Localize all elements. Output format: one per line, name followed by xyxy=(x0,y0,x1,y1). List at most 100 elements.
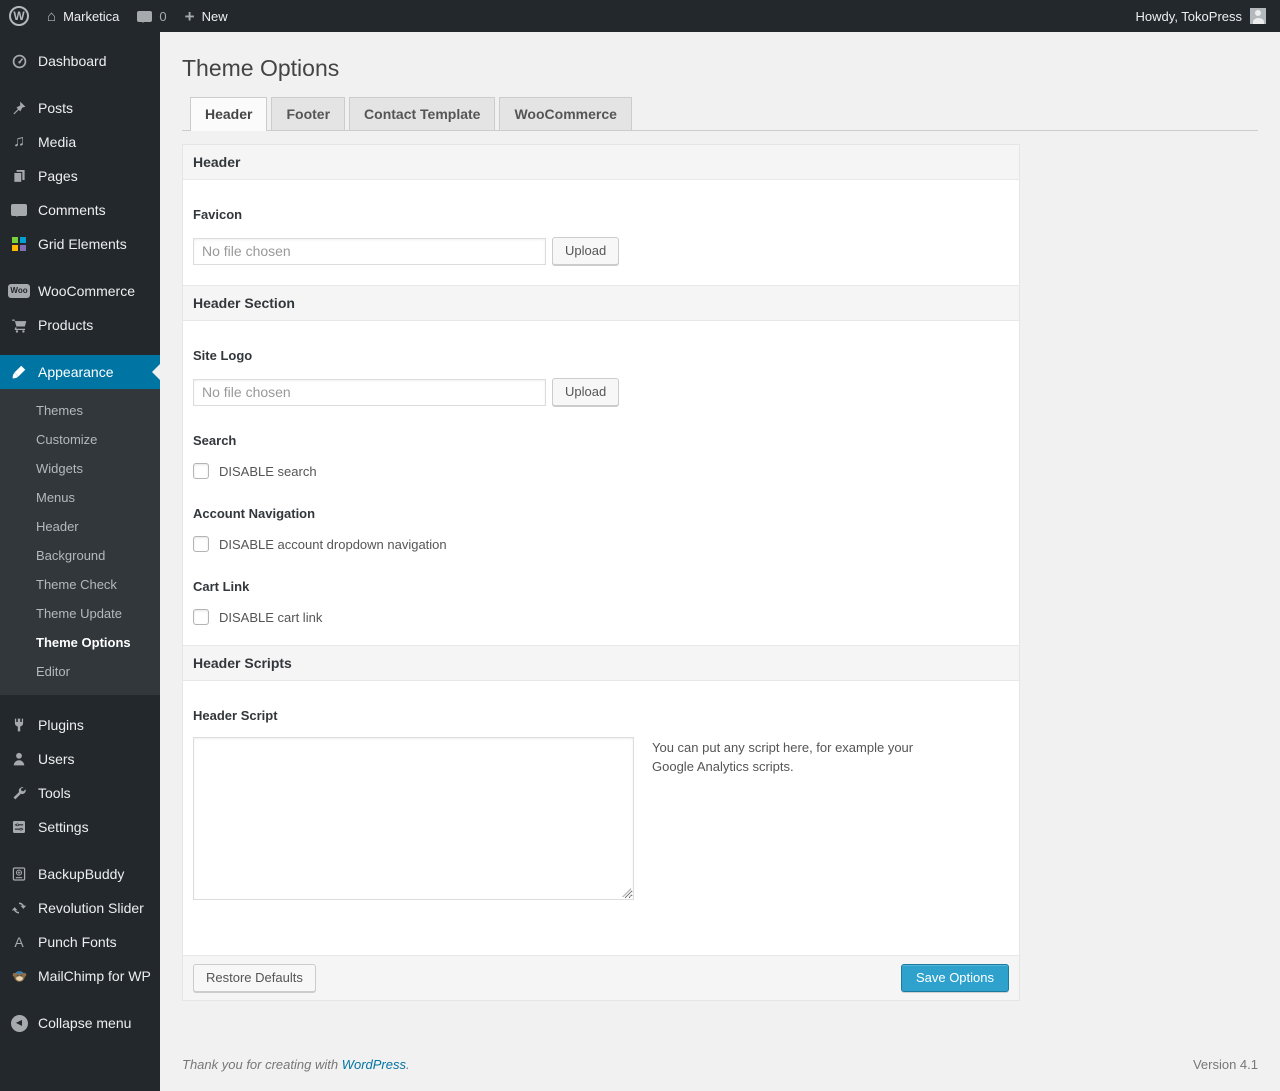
wordpress-logo-icon xyxy=(9,6,29,26)
sidebar-item-punch-fonts[interactable]: A Punch Fonts xyxy=(0,925,160,959)
favicon-file-row: Upload xyxy=(193,237,1009,265)
tab-footer[interactable]: Footer xyxy=(271,97,346,130)
sidebar-subitem-theme-options[interactable]: Theme Options xyxy=(0,628,160,657)
sidebar-item-label: Collapse menu xyxy=(38,1015,132,1031)
sidebar-item-pages[interactable]: Pages xyxy=(0,159,160,193)
sidebar-subitem-widgets[interactable]: Widgets xyxy=(0,454,160,483)
users-icon xyxy=(8,751,30,767)
sidebar-item-comments[interactable]: Comments xyxy=(0,193,160,227)
disable-account-nav-label: DISABLE account dropdown navigation xyxy=(219,536,447,552)
sidebar-item-grid-elements[interactable]: Grid Elements xyxy=(0,227,160,261)
new-label: New xyxy=(201,8,228,24)
sidebar-item-plugins[interactable]: Plugins xyxy=(0,708,160,742)
footer-thanks: Thank you for creating with WordPress. xyxy=(182,1057,410,1072)
favicon-file-input[interactable] xyxy=(193,237,546,265)
wordpress-logo-menu[interactable] xyxy=(0,0,38,32)
sidebar-item-media[interactable]: ♫ Media xyxy=(0,125,160,159)
tools-icon xyxy=(8,785,30,801)
sidebar-item-woocommerce[interactable]: Woo WooCommerce xyxy=(0,274,160,308)
sidebar-subitem-themes[interactable]: Themes xyxy=(0,396,160,425)
sidebar-subitem-customize[interactable]: Customize xyxy=(0,425,160,454)
sidebar-item-label: Grid Elements xyxy=(38,236,127,252)
site-name-menu[interactable]: Marketica xyxy=(38,0,128,32)
header-script-row: You can put any script here, for example… xyxy=(193,737,1009,903)
sidebar-subitem-editor[interactable]: Editor xyxy=(0,657,160,686)
sidebar-item-settings[interactable]: Settings xyxy=(0,810,160,844)
sidebar-item-appearance[interactable]: Appearance xyxy=(0,355,160,389)
sidebar-item-collapse-menu[interactable]: ◀ Collapse menu xyxy=(0,1006,160,1040)
disable-cart-link-checkbox[interactable] xyxy=(193,609,209,625)
section-header-body: Favicon Upload xyxy=(183,180,1019,285)
comments-menu[interactable]: 0 xyxy=(128,0,175,32)
sidebar-item-mailchimp-for-wp[interactable]: MailChimp for WP xyxy=(0,959,160,993)
theme-options-panel: Header Favicon Upload Header Section Sit… xyxy=(182,144,1020,1001)
header-script-label: Header Script xyxy=(193,708,278,723)
mailchimp-icon xyxy=(8,968,30,985)
restore-defaults-button[interactable]: Restore Defaults xyxy=(193,964,316,992)
account-navigation-label: Account Navigation xyxy=(193,506,316,521)
favicon-label: Favicon xyxy=(193,207,243,222)
collapse-icon: ◀ xyxy=(8,1014,30,1032)
sidebar-item-label: Plugins xyxy=(38,717,84,733)
save-options-button[interactable]: Save Options xyxy=(900,964,1009,992)
grid-icon xyxy=(8,237,30,251)
tab-contact-template[interactable]: Contact Template xyxy=(349,97,496,130)
sidebar-item-posts[interactable]: Posts xyxy=(0,91,160,125)
section-headerscripts-title: Header Scripts xyxy=(183,645,1019,681)
admin-sidebar: Dashboard Posts ♫ Media Pages Comments Grid El… xyxy=(0,32,160,1091)
sidebar-subitem-theme-check[interactable]: Theme Check xyxy=(0,570,160,599)
my-account-menu[interactable]: Howdy, TokoPress xyxy=(1128,8,1274,24)
tab-woocommerce[interactable]: WooCommerce xyxy=(499,97,632,130)
page-footer: Thank you for creating with WordPress. V… xyxy=(182,1057,1258,1091)
sidebar-item-backupbuddy[interactable]: BackupBuddy xyxy=(0,857,160,891)
sidebar-item-label: Tools xyxy=(38,785,71,801)
sidebar-subitem-theme-update[interactable]: Theme Update xyxy=(0,599,160,628)
sidebar-item-label: Settings xyxy=(38,819,89,835)
favicon-upload-button[interactable]: Upload xyxy=(552,237,620,265)
sidebar-item-revolution-slider[interactable]: Revolution Slider xyxy=(0,891,160,925)
sidebar-item-label: Appearance xyxy=(38,364,114,380)
user-avatar xyxy=(1250,8,1266,24)
section-headerscripts-body: Header Script You can put any script her… xyxy=(183,681,1019,955)
disable-search-row: DISABLE search xyxy=(193,463,1009,479)
appearance-icon xyxy=(8,364,30,380)
sidebar-item-products[interactable]: Products xyxy=(0,308,160,342)
search-label: Search xyxy=(193,433,237,448)
header-script-textarea[interactable] xyxy=(193,737,634,900)
sidebar-subitem-background[interactable]: Background xyxy=(0,541,160,570)
sidebar-item-label: Products xyxy=(38,317,94,333)
sidebar-item-tools[interactable]: Tools xyxy=(0,776,160,810)
section-headersection-body: Site Logo Upload Search DISABLE search A… xyxy=(183,321,1019,645)
comments-icon xyxy=(8,204,30,217)
site-logo-file-row: Upload xyxy=(193,378,1009,406)
comment-count: 0 xyxy=(159,8,167,24)
home-icon xyxy=(47,9,56,24)
sidebar-item-users[interactable]: Users xyxy=(0,742,160,776)
tab-header[interactable]: Header xyxy=(190,97,268,131)
wordpress-link[interactable]: WordPress xyxy=(342,1057,406,1072)
revslider-icon xyxy=(8,900,30,916)
new-content-menu[interactable]: New xyxy=(176,0,237,32)
sidebar-subitem-menus[interactable]: Menus xyxy=(0,483,160,512)
appearance-submenu: Themes Customize Widgets Menus Header Backgro… xyxy=(0,389,160,695)
posts-icon xyxy=(8,100,30,116)
disable-account-nav-checkbox[interactable] xyxy=(193,536,209,552)
plus-icon xyxy=(185,8,195,25)
sidebar-item-label: Media xyxy=(38,134,77,150)
plugins-icon xyxy=(8,717,30,733)
sidebar-subitem-header[interactable]: Header xyxy=(0,512,160,541)
site-logo-file-input[interactable] xyxy=(193,378,546,406)
disable-search-checkbox[interactable] xyxy=(193,463,209,479)
products-icon xyxy=(8,317,30,334)
site-logo-upload-button[interactable]: Upload xyxy=(552,378,620,406)
footer-version: Version 4.1 xyxy=(1192,1057,1258,1072)
comment-bubble-icon xyxy=(137,10,153,23)
sidebar-item-label: Comments xyxy=(38,202,106,218)
sidebar-item-label: Dashboard xyxy=(38,53,107,69)
sidebar-item-label: WooCommerce xyxy=(38,283,135,299)
footer-thanks-suffix: . xyxy=(406,1057,410,1072)
sidebar-item-label: Punch Fonts xyxy=(38,934,117,950)
sidebar-item-dashboard[interactable]: Dashboard xyxy=(0,44,160,78)
sidebar-item-label: Pages xyxy=(38,168,78,184)
howdy-text: Howdy, TokoPress xyxy=(1135,8,1242,24)
